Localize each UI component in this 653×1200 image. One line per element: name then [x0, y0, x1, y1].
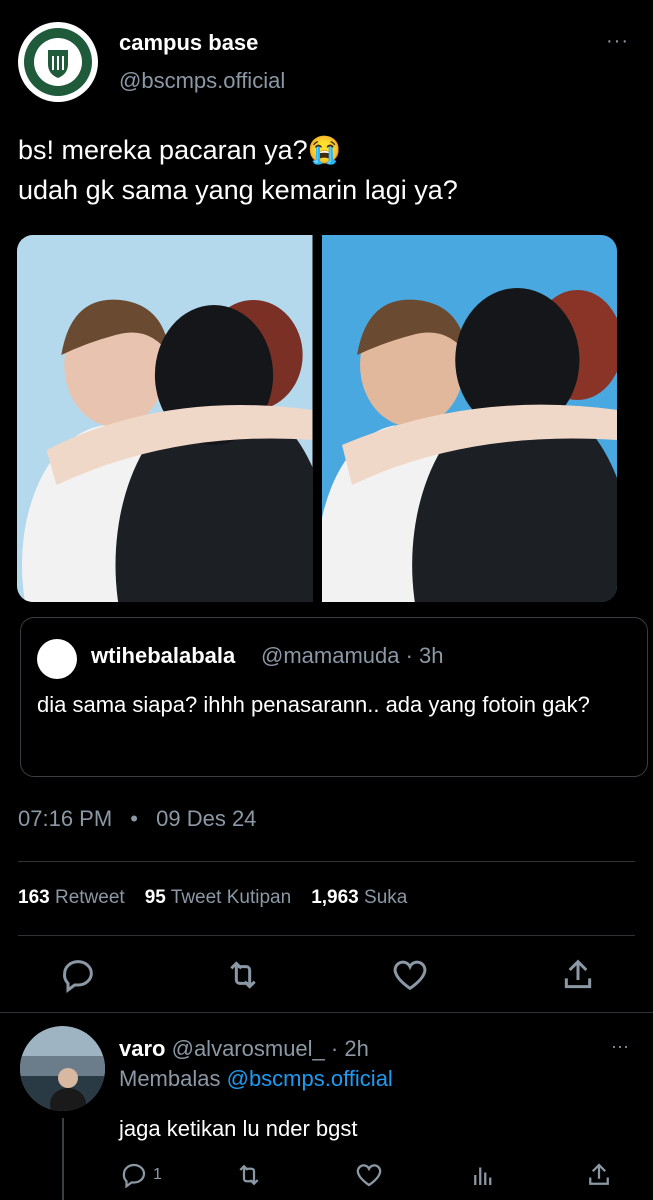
quote-avatar[interactable] — [37, 639, 77, 679]
divider — [0, 1012, 653, 1013]
reply-author[interactable]: varo @alvarosmuel_ · 2h — [119, 1036, 369, 1062]
retweet-icon[interactable] — [234, 1160, 264, 1190]
reply-icon[interactable] — [58, 955, 98, 995]
retweet-icon[interactable] — [223, 955, 263, 995]
crest-logo-icon — [24, 28, 92, 96]
author-avatar[interactable] — [18, 22, 98, 102]
tweet-media[interactable] — [17, 235, 617, 602]
author-name[interactable]: campus base — [119, 30, 258, 56]
like-icon[interactable] — [390, 955, 430, 995]
tweet-date: 09 Des 24 — [156, 806, 257, 831]
timestamp-separator: • — [130, 806, 138, 831]
like-icon[interactable] — [354, 1160, 384, 1190]
quote-handle-time: @mamamuda · 3h — [261, 643, 444, 668]
divider — [18, 861, 635, 862]
replying-to-link[interactable]: @bscmps.official — [227, 1066, 393, 1091]
tweet-action-bar — [18, 955, 635, 999]
replying-label: Membalas — [119, 1066, 221, 1091]
tweet-text: bs! mereka pacaran ya?😭 udah gk sama yan… — [18, 135, 458, 205]
more-options-icon[interactable]: ··· — [606, 30, 629, 53]
views-icon[interactable] — [469, 1160, 499, 1190]
photo-1[interactable] — [17, 235, 313, 602]
tweet-stats: 163 Retweet 95 Tweet Kutipan 1,963 Suka — [18, 887, 407, 909]
reply-count: 1 — [153, 1166, 162, 1183]
author-handle[interactable]: @bscmps.official — [119, 68, 285, 94]
quote-text: dia sama siapa? ihhh penasarann.. ada ya… — [37, 692, 590, 717]
quotes-stat[interactable]: 95 Tweet Kutipan — [145, 887, 292, 909]
reply-avatar[interactable] — [20, 1026, 105, 1111]
divider — [18, 935, 635, 936]
reply-more-icon[interactable]: ··· — [611, 1036, 629, 1057]
likes-stat[interactable]: 1,963 Suka — [311, 887, 407, 909]
quote-author-name: wtihebalabala — [91, 643, 236, 668]
reply-handle-time: @alvarosmuel_ · 2h — [171, 1036, 369, 1061]
reply-action-bar: 1 — [119, 1160, 639, 1200]
share-icon[interactable] — [558, 955, 598, 995]
reply-icon[interactable] — [119, 1160, 149, 1190]
reply-author-name: varo — [119, 1036, 166, 1061]
thread-line — [62, 1118, 64, 1200]
retweets-stat[interactable]: 163 Retweet — [18, 887, 125, 909]
replying-to: Membalas @bscmps.official — [119, 1066, 393, 1092]
photo-2[interactable] — [321, 235, 617, 602]
share-icon[interactable] — [584, 1160, 614, 1190]
tweet-timestamp: 07:16 PM • 09 Des 24 — [18, 806, 256, 832]
quoted-tweet[interactable]: wtihebalabala @mamamuda · 3h dia sama si… — [20, 617, 648, 777]
reply-text: jaga ketikan lu nder bgst — [119, 1116, 358, 1141]
tweet-time: 07:16 PM — [18, 806, 113, 831]
